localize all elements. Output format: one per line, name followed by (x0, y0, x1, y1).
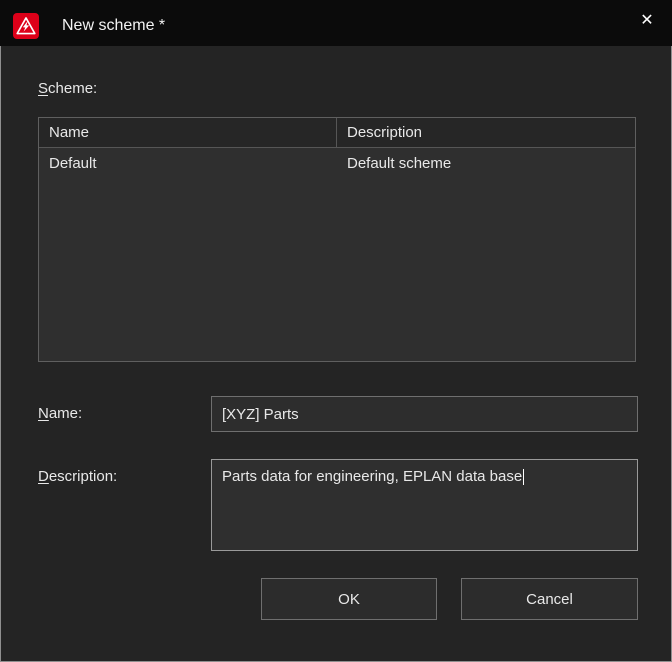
eplan-logo-icon (13, 13, 39, 39)
close-icon[interactable]: ✕ (630, 4, 664, 36)
table-header-row: Name Description (39, 118, 635, 148)
title-bar: New scheme * ✕ (0, 0, 672, 46)
scheme-label: Scheme: (38, 80, 97, 97)
scheme-table[interactable]: Name Description Default Default scheme (38, 117, 636, 362)
name-input[interactable] (211, 396, 638, 432)
cell-scheme-name: Default (39, 148, 337, 179)
new-scheme-dialog: New scheme * ✕ Scheme: Name Description … (0, 0, 672, 662)
ok-button[interactable]: OK (261, 578, 437, 620)
window-title: New scheme * (62, 13, 165, 39)
cell-scheme-description: Default scheme (337, 148, 635, 179)
description-text: Parts data for engineering, EPLAN data b… (222, 468, 522, 485)
description-input[interactable]: Parts data for engineering, EPLAN data b… (211, 459, 638, 551)
cancel-button[interactable]: Cancel (461, 578, 638, 620)
description-label: Description: (38, 468, 117, 485)
text-caret (523, 469, 524, 485)
table-row[interactable]: Default Default scheme (39, 148, 635, 179)
column-header-description[interactable]: Description (337, 118, 635, 147)
column-header-name[interactable]: Name (39, 118, 337, 147)
name-label: Name: (38, 405, 82, 422)
dialog-body: Scheme: Name Description Default Default… (0, 46, 672, 662)
